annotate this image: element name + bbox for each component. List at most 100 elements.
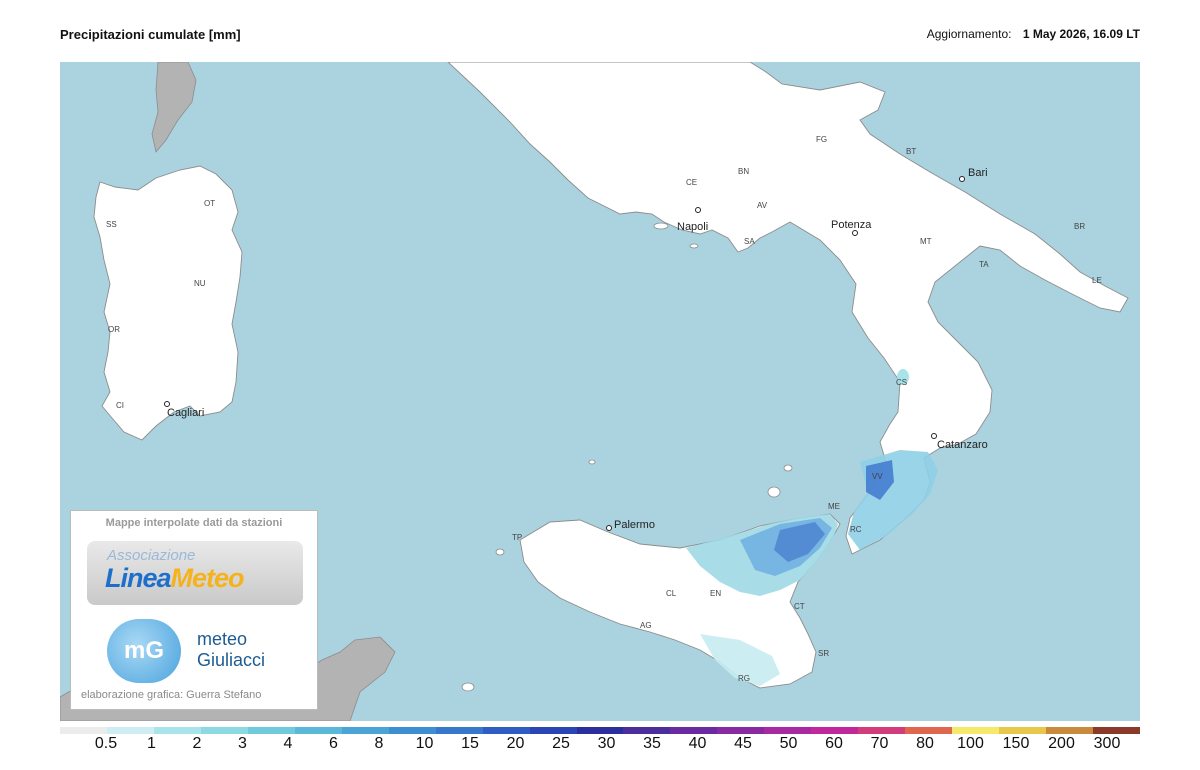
legend-swatch: [811, 727, 859, 734]
legend-swatch: [153, 727, 202, 734]
logo-panel: Mappe interpolate dati da stazioni Assoc…: [70, 510, 318, 710]
prov-tp: TP: [512, 533, 522, 542]
city-bari: Bari: [968, 167, 988, 179]
legend-label: 60: [825, 735, 843, 752]
prov-ot: OT: [204, 199, 215, 208]
legend-swatch: [764, 727, 812, 734]
legend-swatch: [999, 727, 1047, 734]
prov-cs: CS: [896, 378, 907, 387]
prov-nu: NU: [194, 279, 206, 288]
prov-fg: FG: [816, 135, 827, 144]
ustica: [588, 459, 596, 465]
legend-swatch: [952, 727, 1000, 734]
legend-label: 3: [238, 735, 247, 752]
prov-ss: SS: [106, 220, 117, 229]
prov-rc: RC: [850, 525, 862, 534]
city-potenza: Potenza: [831, 219, 872, 231]
lineameteo-assoc: Associazione: [107, 547, 196, 564]
lipari: [767, 486, 781, 498]
legend-swatch: [717, 727, 765, 734]
update-label: Aggiornamento:: [926, 27, 1012, 41]
legend-label: 100: [957, 735, 984, 752]
city-palermo: Palermo: [614, 519, 655, 531]
legend-label: 20: [506, 735, 525, 752]
legend-swatch: [60, 727, 108, 734]
legend-label: 45: [734, 735, 752, 752]
legend-swatch: [1093, 727, 1141, 734]
prov-mt: MT: [920, 237, 932, 246]
legend-label: 15: [461, 735, 479, 752]
egadi: [495, 548, 505, 556]
page-title: Precipitazioni cumulate [mm]: [60, 27, 241, 42]
prov-rg: RG: [738, 674, 750, 683]
legend-label: 2: [192, 735, 202, 752]
legend-swatch: [858, 727, 906, 734]
legend-swatch: [294, 727, 343, 734]
stromboli-area: [783, 464, 793, 472]
ischia: [653, 222, 669, 230]
prov-ct: CT: [794, 602, 805, 611]
prov-sa: SA: [744, 237, 755, 246]
legend-label: 1: [147, 735, 156, 752]
legend-swatch: [529, 727, 578, 734]
legend-swatch: [388, 727, 437, 734]
prov-bt: BT: [906, 147, 916, 156]
legend-label: 150: [1002, 735, 1030, 752]
color-scale-labels: 0.5 1 2 3 4 6 8 10 15 20 25 30 35 40 45 50 60 70 80 100 150 2…: [0, 735, 1200, 759]
prov-or: OR: [108, 325, 120, 334]
legend-label: 300: [1093, 735, 1121, 752]
legend-label: 200: [1048, 735, 1075, 752]
legend-swatch: [247, 727, 296, 734]
prov-ci: CI: [116, 401, 124, 410]
prov-le: LE: [1092, 276, 1102, 285]
legend-label: 80: [916, 735, 934, 752]
legend-swatch: [435, 727, 484, 734]
prov-ta: TA: [979, 260, 989, 269]
legend-label: 30: [597, 735, 616, 752]
legend-label: 50: [779, 735, 798, 752]
legend-label: 6: [329, 735, 338, 752]
prov-en: EN: [710, 589, 721, 598]
sardinia: [93, 165, 243, 441]
legend-label: 8: [374, 735, 384, 752]
legend-label: 25: [552, 735, 570, 752]
lineameteo-logo[interactable]: Associazione LineaMeteo: [87, 541, 303, 605]
prov-vv: VV: [872, 472, 883, 481]
city-napoli: Napoli: [677, 221, 708, 233]
legend-label: 40: [688, 735, 707, 752]
prov-br: BR: [1074, 222, 1085, 231]
legend-swatch: [576, 727, 624, 734]
legend-swatch: [623, 727, 671, 734]
lampedusa: [461, 682, 475, 692]
update-value: 1 May 2026, 16.09 LT: [1022, 27, 1140, 41]
prov-cl: CL: [666, 589, 677, 598]
prov-ag: AG: [640, 621, 652, 630]
prov-av: AV: [757, 201, 768, 210]
legend-label: 4: [283, 735, 293, 752]
prov-ce: CE: [686, 178, 697, 187]
update-info: Aggiornamento: 1 May 2026, 16.09 LT: [927, 27, 1140, 41]
legend-label: 10: [415, 735, 434, 752]
meteogiuliacci-name: meteo Giuliacci: [197, 629, 266, 670]
legend-swatch: [200, 727, 249, 734]
legend-swatch: [905, 727, 953, 734]
legend-swatch: [341, 727, 390, 734]
legend-swatch: [482, 727, 531, 734]
prov-bn: BN: [738, 167, 749, 176]
legend-label: 0.5: [94, 735, 118, 752]
prov-me: ME: [828, 502, 840, 511]
prov-sr: SR: [818, 649, 829, 658]
legend-label: 35: [643, 735, 661, 752]
legend-label: 70: [870, 735, 889, 752]
lineameteo-name: LineaMeteo: [105, 563, 245, 593]
graphics-credit: elaborazione grafica: Guerra Stefano: [81, 689, 262, 701]
logo-heading: Mappe interpolate dati da stazioni: [105, 517, 283, 529]
legend-swatch: [1046, 727, 1094, 734]
legend-swatch: [106, 727, 155, 734]
color-scale-bar: [60, 727, 1141, 734]
city-catanzaro: Catanzaro: [937, 439, 988, 451]
city-cagliari: Cagliari: [167, 407, 204, 419]
capri: [689, 243, 699, 249]
meteogiuliacci-icon[interactable]: mG: [107, 619, 181, 683]
legend-swatch: [670, 727, 718, 734]
